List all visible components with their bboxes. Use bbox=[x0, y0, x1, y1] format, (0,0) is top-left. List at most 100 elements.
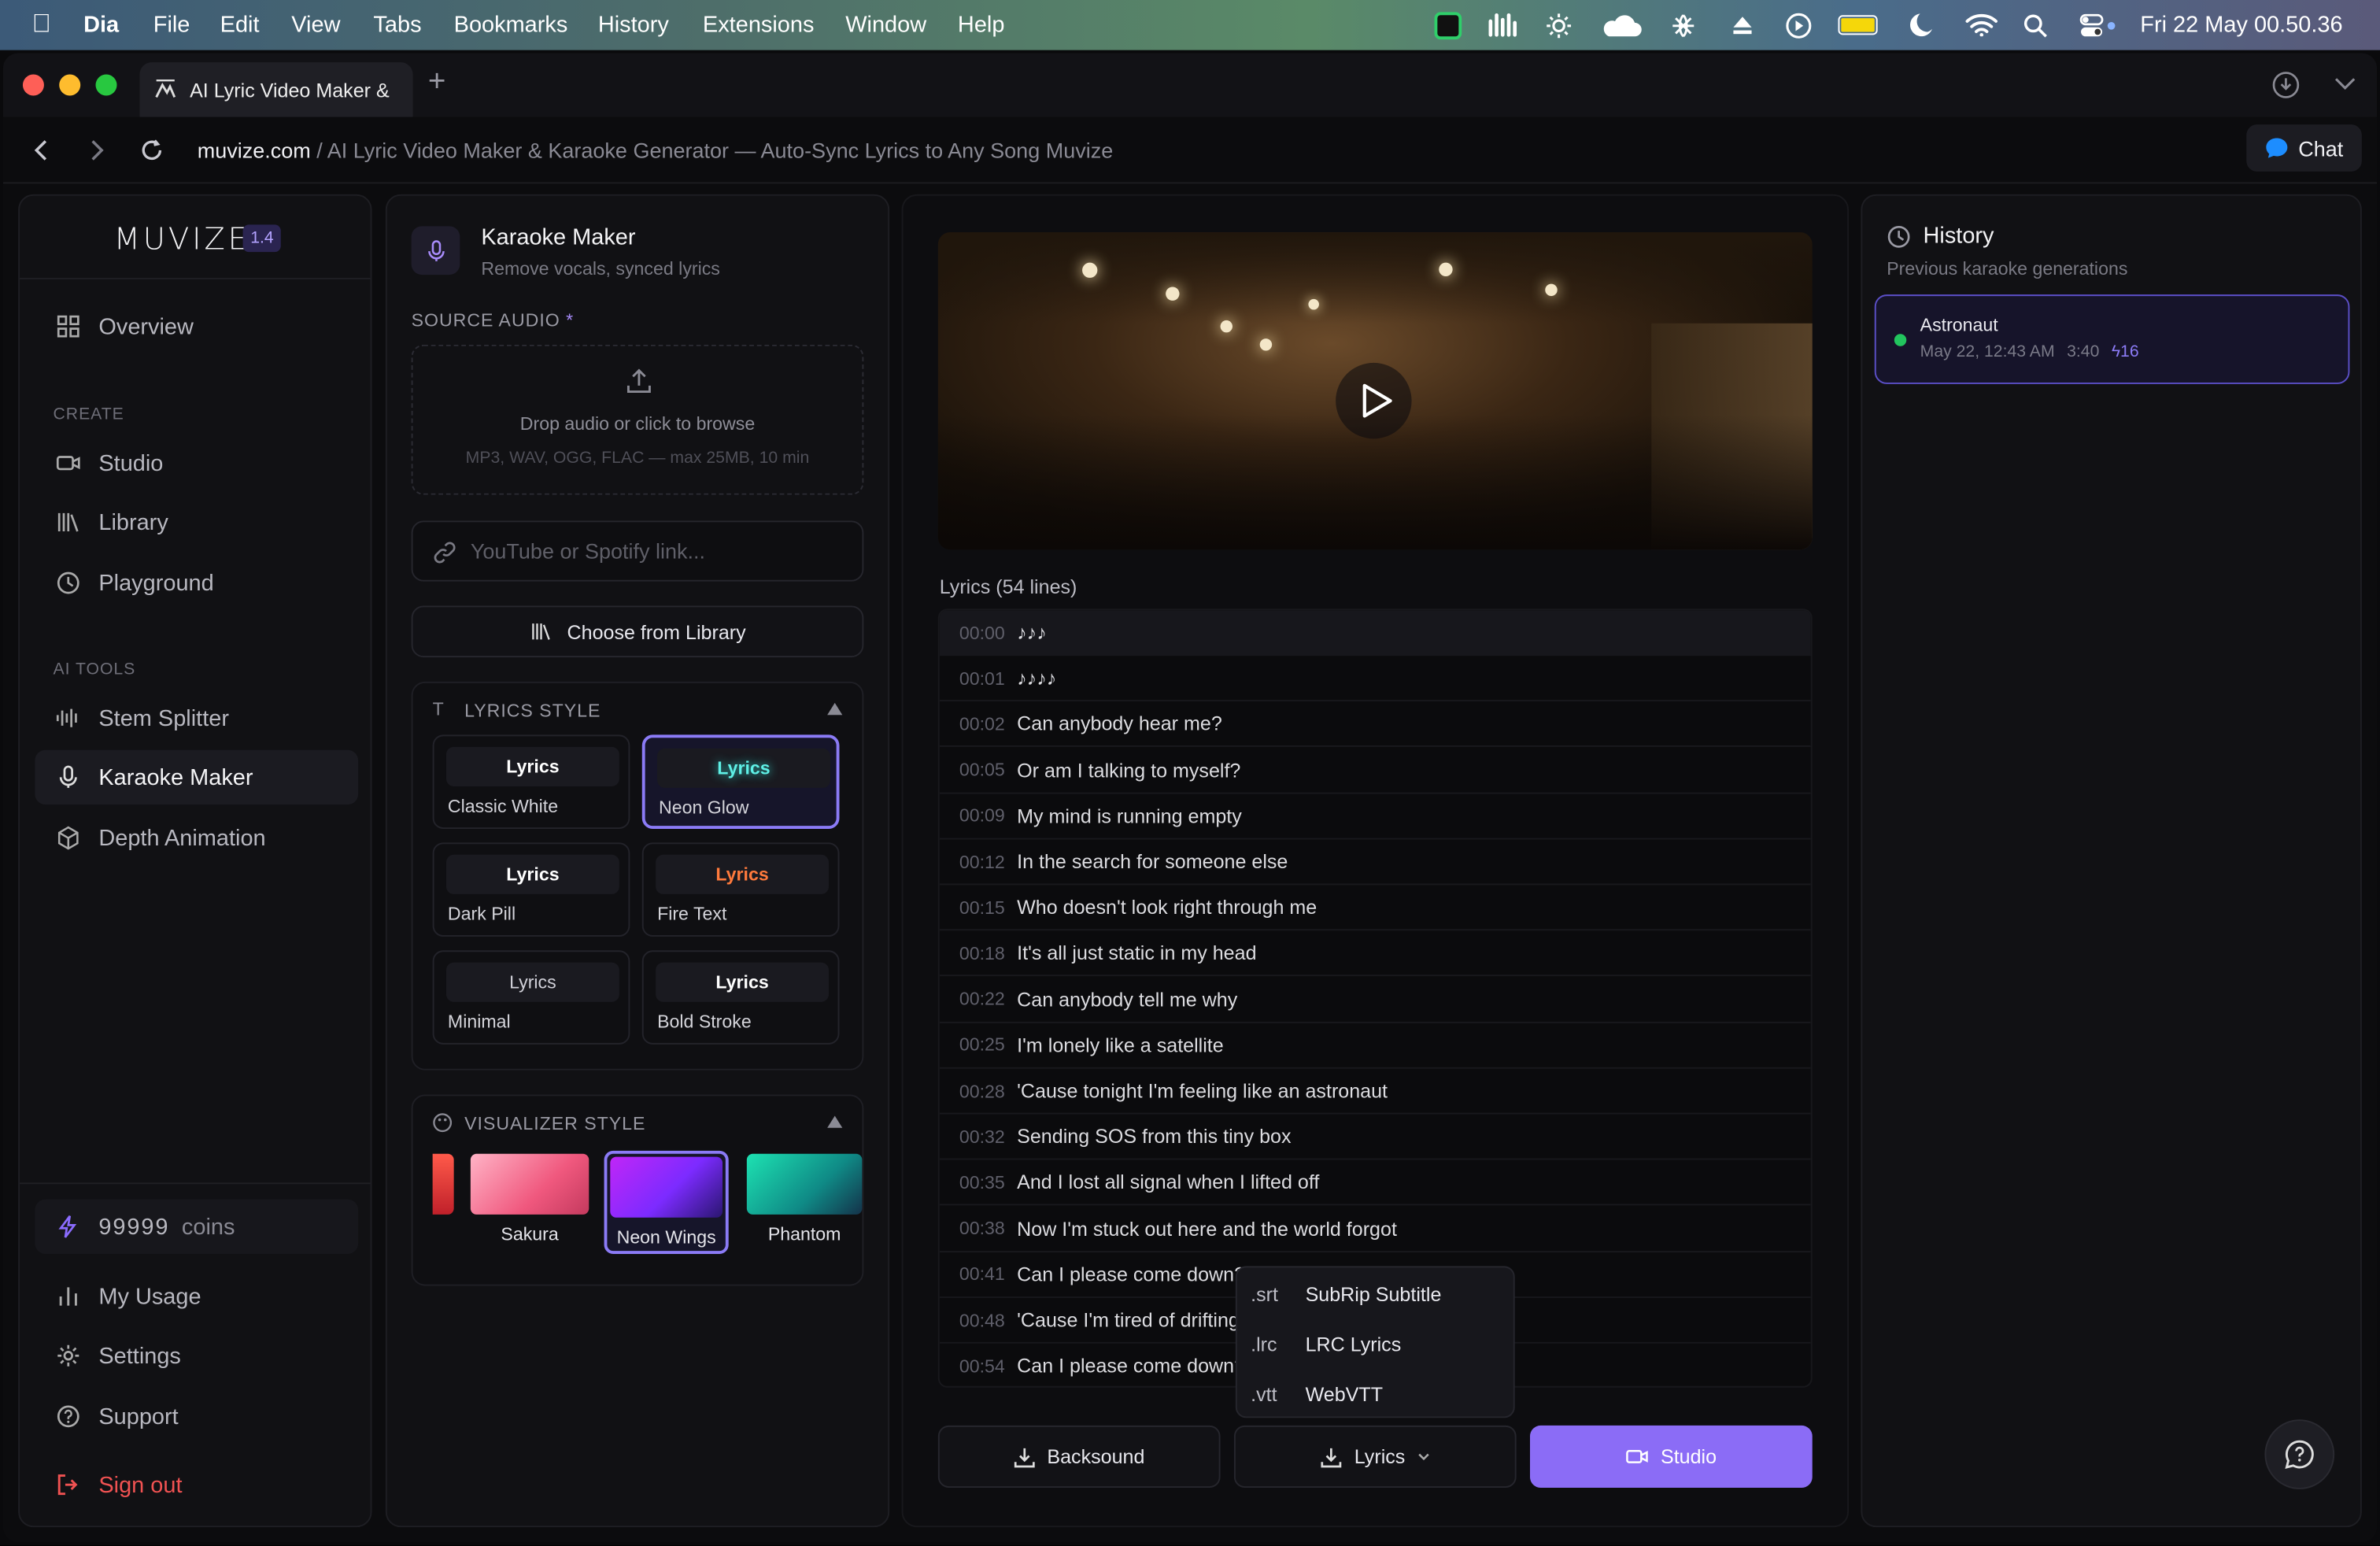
lyrics-line[interactable]: 00:05 Or am I talking to myself? bbox=[939, 748, 1811, 793]
collapse-icon[interactable] bbox=[827, 702, 843, 716]
lightning-icon bbox=[58, 1215, 77, 1238]
help-chat-button[interactable] bbox=[2264, 1419, 2335, 1489]
lyrics-line[interactable]: 00:02 Can anybody hear me? bbox=[939, 702, 1811, 748]
brightness-icon[interactable] bbox=[1545, 12, 1572, 39]
muvize-favicon-icon bbox=[155, 80, 176, 98]
download-lyrics-button[interactable]: Lyrics bbox=[1233, 1425, 1517, 1488]
lyrics-style-classic-white[interactable]: Lyrics Classic White bbox=[432, 734, 630, 829]
reload-icon[interactable] bbox=[139, 138, 164, 162]
perplexity-icon[interactable] bbox=[1669, 12, 1697, 39]
sidebar-item-stem-splitter[interactable]: Stem Splitter bbox=[35, 690, 358, 745]
menu-help[interactable]: Help bbox=[958, 12, 1005, 38]
minimize-window-button[interactable] bbox=[59, 74, 81, 96]
menu-view[interactable]: View bbox=[291, 12, 340, 38]
lyrics-line[interactable]: 00:38 Now I'm stuck out here and the worl… bbox=[939, 1206, 1811, 1252]
lyrics-line[interactable]: 00:18 It's all just static in my head bbox=[939, 931, 1811, 977]
sidebar-item-overview[interactable]: Overview bbox=[35, 299, 358, 353]
collapse-icon[interactable] bbox=[827, 1115, 843, 1128]
lyrics-style-bold-stroke[interactable]: Lyrics Bold Stroke bbox=[641, 950, 840, 1045]
export-vtt-option[interactable]: .vtt WebVTT bbox=[1237, 1370, 1513, 1420]
close-window-button[interactable] bbox=[22, 74, 44, 96]
sidebar-item-playground[interactable]: Playground bbox=[35, 556, 358, 610]
format-label: WebVTT bbox=[1305, 1382, 1384, 1406]
visualizer-partial-swatch[interactable] bbox=[432, 1153, 454, 1215]
menu-tabs[interactable]: Tabs bbox=[373, 12, 421, 38]
menu-window[interactable]: Window bbox=[845, 12, 926, 38]
section-ai-tools-label: AI TOOLS bbox=[53, 660, 136, 679]
choose-from-library-button[interactable]: Choose from Library bbox=[411, 605, 864, 658]
lyrics-style-fire-text[interactable]: Lyrics Fire Text bbox=[641, 842, 840, 937]
moon-icon[interactable] bbox=[1909, 12, 1934, 38]
lyrics-line[interactable]: 00:12 In the search for someone else bbox=[939, 839, 1811, 886]
export-srt-option[interactable]: .srt SubRip Subtitle bbox=[1237, 1269, 1513, 1319]
lyrics-style-dark-pill[interactable]: Lyrics Dark Pill bbox=[432, 842, 630, 937]
menu-edit[interactable]: Edit bbox=[220, 12, 260, 38]
lyrics-line[interactable]: 00:25 I'm lonely like a satellite bbox=[939, 1023, 1811, 1069]
new-tab-button[interactable]: + bbox=[428, 65, 446, 100]
lyrics-line[interactable]: 00:22 Can anybody tell me why bbox=[939, 977, 1811, 1023]
lyrics-line[interactable]: 00:32 Sending SOS from this tiny box bbox=[939, 1115, 1811, 1160]
link-input[interactable]: YouTube or Spotify link... bbox=[411, 520, 864, 582]
wifi-icon[interactable] bbox=[1965, 13, 1998, 37]
lyrics-line[interactable]: 00:00 ♪♪♪ bbox=[939, 610, 1811, 656]
visualizer-sakura[interactable]: Sakura bbox=[468, 1151, 592, 1254]
download-icon bbox=[1014, 1447, 1035, 1467]
lyrics-line[interactable]: 00:35 And I lost all signal when I lifted… bbox=[939, 1160, 1811, 1207]
play-circle-icon[interactable] bbox=[1785, 12, 1813, 39]
logo[interactable]: MUVIZE bbox=[114, 220, 250, 257]
coins-balance[interactable]: 99999 coins bbox=[35, 1199, 359, 1254]
sign-out-button[interactable]: Sign out bbox=[35, 1457, 358, 1511]
cloud-icon[interactable] bbox=[1600, 13, 1643, 38]
menu-history[interactable]: History bbox=[598, 12, 669, 38]
browser-tab[interactable]: AI Lyric Video Maker & bbox=[139, 62, 413, 117]
sidebar-item-karaoke-maker[interactable]: Karaoke Maker bbox=[35, 749, 359, 805]
battery-icon[interactable] bbox=[1838, 15, 1878, 35]
apple-icon[interactable]:  bbox=[31, 9, 51, 40]
chat-button[interactable]: Chat bbox=[2246, 124, 2362, 172]
lyrics-line[interactable]: 00:15 Who doesn't look right through me bbox=[939, 886, 1811, 931]
history-item[interactable]: Astronaut May 22, 12:43 AM 3:40 ϟ16 bbox=[1874, 294, 2350, 384]
help-bubble-icon bbox=[2285, 1440, 2314, 1469]
forward-icon[interactable] bbox=[90, 139, 105, 161]
back-icon[interactable] bbox=[33, 139, 48, 161]
lyrics-line[interactable]: 00:01 ♪♪♪♪ bbox=[939, 656, 1811, 702]
search-icon[interactable] bbox=[2023, 13, 2048, 38]
downloads-icon[interactable] bbox=[2272, 72, 2300, 99]
style-name: Fire Text bbox=[657, 903, 727, 925]
video-preview[interactable] bbox=[937, 232, 1813, 550]
lyrics-style-minimal[interactable]: Lyrics Minimal bbox=[432, 950, 630, 1045]
wave-icon[interactable] bbox=[1488, 12, 1518, 38]
lyric-text: It's all just static in my head bbox=[1017, 941, 1257, 965]
export-lrc-option[interactable]: .lrc LRC Lyrics bbox=[1237, 1319, 1513, 1370]
download-backsound-button[interactable]: Backsound bbox=[937, 1425, 1221, 1488]
menu-app-name[interactable]: Dia bbox=[83, 12, 119, 38]
sidebar-label: Playground bbox=[98, 570, 214, 596]
audio-dropzone[interactable]: Drop audio or click to browse MP3, WAV, … bbox=[411, 344, 864, 495]
sidebar-item-depth-animation[interactable]: Depth Animation bbox=[35, 811, 358, 865]
sidebar-item-library[interactable]: Library bbox=[35, 495, 358, 549]
menu-clock[interactable]: Fri 22 May 00.50.36 bbox=[2140, 12, 2342, 38]
history-subtitle: Previous karaoke generations bbox=[1887, 257, 2128, 279]
sidebar-item-support[interactable]: Support bbox=[35, 1389, 358, 1444]
chevron-down-icon[interactable] bbox=[2334, 76, 2356, 91]
sidebar-item-studio[interactable]: Studio bbox=[35, 435, 358, 490]
url-field[interactable]: muvize.com / AI Lyric Video Maker & Kara… bbox=[198, 138, 1114, 162]
visualizer-phantom[interactable]: Phantom bbox=[744, 1151, 863, 1254]
lyrics-style-neon-glow[interactable]: Lyrics Neon Glow bbox=[641, 734, 840, 829]
play-button[interactable] bbox=[1336, 362, 1412, 439]
sidebar-item-settings[interactable]: Settings bbox=[35, 1328, 358, 1382]
visualizer-neon-wings[interactable]: Neon Wings bbox=[604, 1150, 729, 1254]
zoom-window-button[interactable] bbox=[95, 74, 117, 96]
menu-file[interactable]: File bbox=[153, 12, 190, 38]
menu-extensions[interactable]: Extensions bbox=[703, 12, 815, 38]
style-name: Neon Glow bbox=[658, 797, 749, 819]
lyrics-line[interactable]: 00:09 My mind is running empty bbox=[939, 793, 1811, 840]
open-in-studio-button[interactable]: Studio bbox=[1529, 1425, 1813, 1488]
menu-bookmarks[interactable]: Bookmarks bbox=[454, 12, 568, 38]
control-center-icon[interactable] bbox=[2079, 13, 2119, 38]
sidebar-item-my-usage[interactable]: My Usage bbox=[35, 1269, 358, 1323]
lyrics-line[interactable]: 00:28 'Cause tonight I'm feeling like an … bbox=[939, 1069, 1811, 1115]
link-icon bbox=[434, 542, 456, 564]
eject-icon[interactable] bbox=[1731, 13, 1755, 38]
status-app-icon[interactable] bbox=[1434, 12, 1462, 40]
